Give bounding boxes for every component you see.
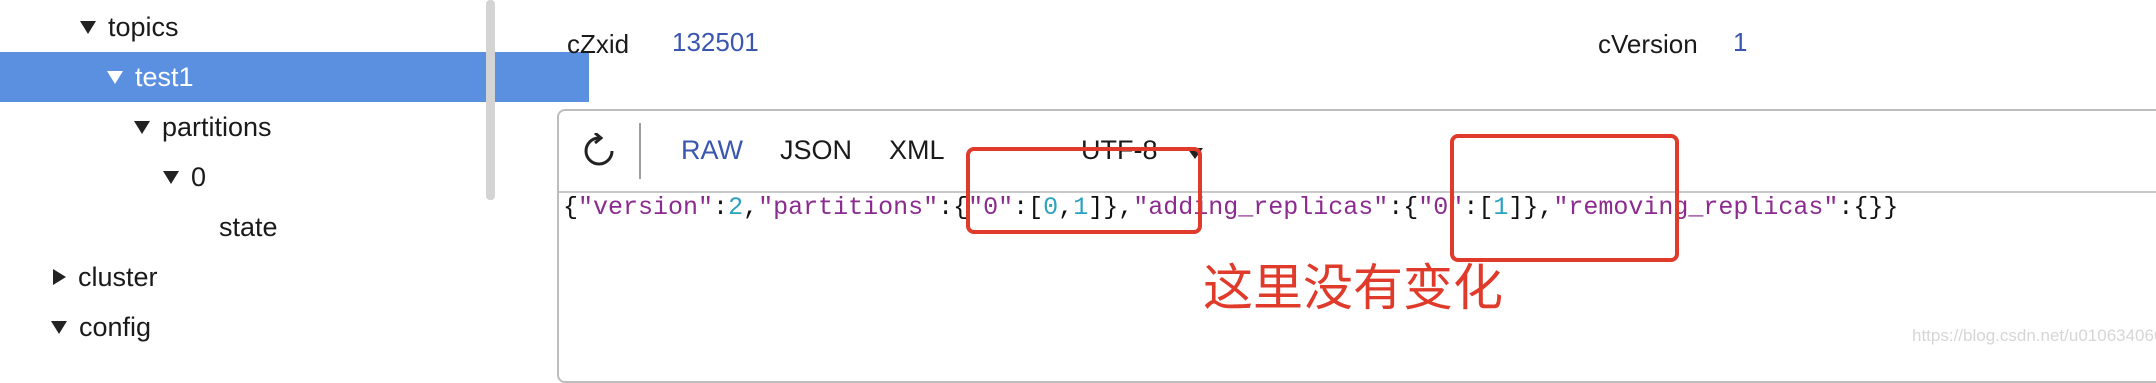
tree-panel: topics test1 partitions 0 state cluster … <box>0 0 589 358</box>
cversion-label: cVersion <box>1598 29 1698 59</box>
highlight-box-adding-replicas <box>1450 134 1679 262</box>
tree-item-config[interactable]: config <box>0 302 533 352</box>
tree-item-label: 0 <box>191 161 207 192</box>
tree-item-test1[interactable]: test1 <box>0 52 589 102</box>
annotation-text: 这里没有变化 <box>1203 260 1503 316</box>
czxid-label: cZxid <box>567 29 630 59</box>
tree-item-label: cluster <box>78 261 158 292</box>
json-token-punct: , <box>743 193 759 222</box>
tree-scrollbar[interactable] <box>486 0 495 200</box>
tree-item-cluster[interactable]: cluster <box>0 252 535 302</box>
tree-item-label: state <box>219 211 278 242</box>
toolbar-divider <box>639 123 641 179</box>
tree-item-label: test1 <box>135 61 194 92</box>
collapsed-arrow-icon[interactable] <box>53 269 66 285</box>
json-token-punct: :{ <box>938 193 969 222</box>
viewer-toolbar: RAW JSON XML UTF-8 <box>559 111 2156 193</box>
tree-item-label: topics <box>108 11 179 42</box>
tree-item-topics[interactable]: topics <box>0 2 562 52</box>
cversion-value: 1 <box>1733 27 1748 57</box>
json-token-num: 2 <box>728 193 744 222</box>
json-token-punct: :{}} <box>1838 193 1899 222</box>
tree-item-0[interactable]: 0 <box>0 152 645 202</box>
expanded-arrow-icon[interactable] <box>80 20 96 34</box>
highlight-box-partitions <box>966 147 1202 234</box>
format-raw-button[interactable]: RAW <box>681 135 743 166</box>
json-token-key: "version" <box>578 193 714 222</box>
watermark: https://blog.csdn.net/u010634066 <box>1912 326 2156 345</box>
expanded-arrow-icon[interactable] <box>163 170 179 184</box>
tree-item-partitions[interactable]: partitions <box>0 102 616 152</box>
json-token-punct: { <box>563 193 579 222</box>
format-xml-button[interactable]: XML <box>889 135 945 166</box>
json-token-punct: : <box>713 193 729 222</box>
raw-content: {"version":2,"partitions":{"0":[0,1]},"a… <box>563 193 1898 222</box>
expanded-arrow-icon[interactable] <box>134 120 150 134</box>
json-token-key: "partitions" <box>758 193 939 222</box>
json-token-punct: :{ <box>1388 193 1419 222</box>
refresh-icon[interactable] <box>581 133 617 169</box>
expanded-arrow-icon[interactable] <box>107 70 123 84</box>
czxid-value: 132501 <box>672 27 759 57</box>
tree-item-label: partitions <box>162 111 272 142</box>
format-json-button[interactable]: JSON <box>780 135 852 166</box>
expanded-arrow-icon[interactable] <box>51 320 67 334</box>
tree-item-label: config <box>79 311 152 342</box>
